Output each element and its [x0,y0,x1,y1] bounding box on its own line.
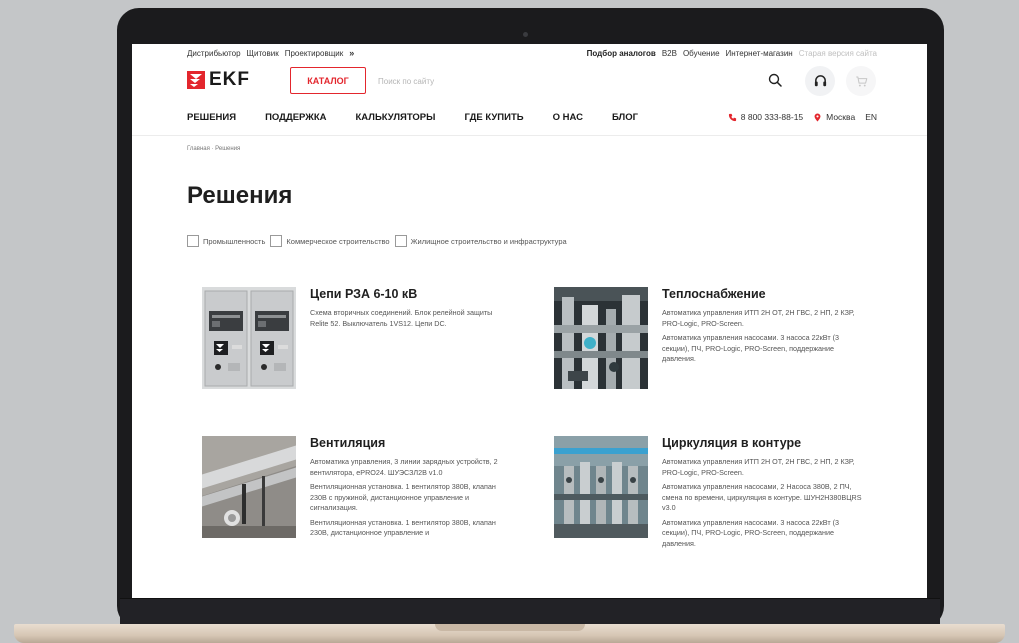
main-nav: РЕШЕНИЯ ПОДДЕРЖКА КАЛЬКУЛЯТОРЫ ГДЕ КУПИТ… [187,110,667,124]
breadcrumb[interactable]: Главная · Решения [187,146,240,152]
solution-image-ventilation[interactable] [202,436,296,538]
toplink-old-site[interactable]: Старая версия сайта [799,49,877,58]
solution-desc-line: Схема вторичных соединений. Блок релейно… [310,308,493,328]
toplink-online-store[interactable]: Интернет-магазин [726,49,793,58]
filter-commercial-label: Коммерческое строительство [286,236,390,246]
solution-desc-relay-protection: Схема вторичных соединений. Блок релейно… [310,308,510,333]
solution-image-circulation[interactable] [554,436,648,538]
page-title: Решения [187,182,293,209]
solution-desc-line: Вентиляционная установка. 1 вентилятор 3… [310,482,496,512]
catalog-button[interactable]: КАТАЛОГ [290,67,366,94]
toplink-b2b[interactable]: B2B [662,49,677,58]
cart-icon [855,76,867,86]
nav-about[interactable]: О НАС [553,112,583,123]
top-links-bar: Дистрибьютор Щитовик Проектировщик » Под… [187,47,877,59]
solution-image-heat-supply[interactable] [554,287,648,389]
solution-desc-line: Автоматика управления насосами. 3 насоса… [662,333,840,363]
toplink-training[interactable]: Обучение [683,49,720,58]
solution-title-ventilation[interactable]: Вентиляция [310,436,385,450]
browser-viewport: Дистрибьютор Щитовик Проектировщик » Под… [132,44,927,598]
nav-where-to-buy[interactable]: ГДЕ КУПИТЬ [464,112,523,123]
filter-residential-label: Жилищное строительство и инфраструктура [410,236,567,246]
solution-desc-line: Автоматика управления ИТП 2Н ОТ, 2Н ГВС,… [662,308,855,328]
phone-number[interactable]: 8 800 333-88-15 [741,112,803,122]
solution-title-circulation[interactable]: Циркуляция в контуре [662,436,801,450]
solution-image-relay-protection[interactable] [202,287,296,389]
search-icon[interactable] [768,73,782,87]
language-switch[interactable]: EN [865,112,877,122]
laptop-opening-notch [435,624,585,631]
toplink-panel-builder[interactable]: Щитовик [247,49,279,58]
filter-industry-checkbox[interactable] [187,235,199,247]
filter-residential-checkbox[interactable] [394,235,407,247]
filter-residential[interactable]: Жилищное строительство и инфраструктура [394,235,567,247]
ekf-logo[interactable]: EKF [187,69,250,91]
filter-commercial-checkbox[interactable] [270,235,283,247]
filter-industry-label: Промышленность [203,236,266,246]
contacts-bar: 8 800 333-88-15 Москва EN [728,110,877,124]
nav-solutions[interactable]: РЕШЕНИЯ [187,112,236,123]
laptop-bezel-bottom [120,598,940,624]
filter-commercial[interactable]: Коммерческое строительство [270,235,390,247]
nav-support[interactable]: ПОДДЕРЖКА [265,112,326,123]
header-divider [132,135,927,136]
solution-desc-line: Автоматика управления насосами, 2 Насоса… [662,482,862,512]
solution-desc-line: Автоматика управления, 3 линии зарядных … [310,457,498,477]
search-input[interactable] [378,71,748,91]
solution-desc-circulation: Автоматика управления ИТП 2Н ОТ, 2Н ГВС,… [662,457,868,553]
support-button[interactable] [805,66,835,96]
ekf-logo-text: EKF [209,69,250,90]
camera-dot [523,32,528,37]
nav-calculators[interactable]: КАЛЬКУЛЯТОРЫ [356,112,436,123]
toplink-more[interactable]: » [349,48,354,58]
solution-desc-line: Автоматика управления насосами. 3 насоса… [662,517,840,548]
solution-title-relay-protection[interactable]: Цепи РЗА 6-10 кВ [310,287,417,301]
solution-desc-ventilation: Автоматика управления, 3 линии зарядных … [310,457,510,543]
category-filters: Промышленность Коммерческое строительств… [187,235,572,247]
solution-desc-heat-supply: Автоматика управления ИТП 2Н ОТ, 2Н ГВС,… [662,308,868,369]
toplink-distributor[interactable]: Дистрибьютор [187,49,241,58]
headset-icon [814,74,826,86]
toplink-designer[interactable]: Проектировщик [285,49,344,58]
solution-desc-line: Автоматика управления ИТП 2Н ОТ, 2Н ГВС,… [662,457,855,477]
solution-desc-line: Вентиляционная установка. 1 вентилятор 3… [310,517,496,538]
nav-blog[interactable]: БЛОГ [612,112,638,123]
phone-icon [728,113,736,121]
city-selector[interactable]: Москва [826,112,855,122]
solution-title-heat-supply[interactable]: Теплоснабжение [662,287,766,301]
location-pin-icon [814,112,821,122]
toplink-analog-selection[interactable]: Подбор аналогов [587,49,656,58]
filter-industry[interactable]: Промышленность [187,235,265,247]
ekf-logo-mark-icon [187,71,205,89]
cart-button[interactable] [846,66,876,96]
